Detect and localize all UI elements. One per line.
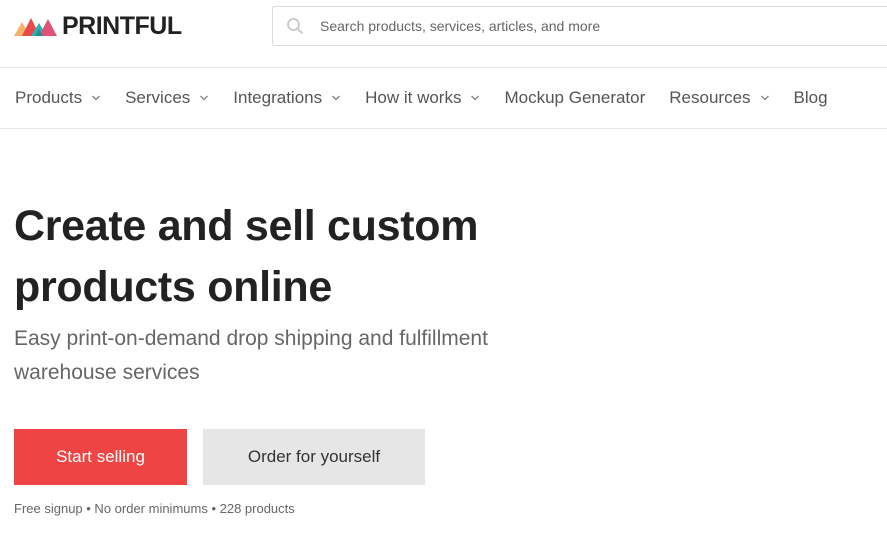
main-nav: Products Services Integrations How it wo…: [15, 68, 852, 128]
nav-item-label: Integrations: [233, 88, 323, 107]
nav-item-resources[interactable]: Resources: [669, 88, 769, 108]
printful-logo-icon: [14, 18, 57, 36]
nav-divider: [0, 128, 887, 129]
search-icon: [287, 18, 303, 34]
start-selling-button[interactable]: Start selling: [14, 429, 187, 485]
chevron-down-icon: [200, 95, 209, 101]
nav-item-services[interactable]: Services: [125, 88, 209, 108]
nav-item-label: Services: [125, 88, 191, 107]
nav-item-label: Blog: [793, 88, 828, 107]
chevron-down-icon: [92, 95, 101, 101]
chevron-down-icon: [332, 95, 341, 101]
nav-item-blog[interactable]: Blog: [794, 88, 828, 108]
nav-item-mockup-generator[interactable]: Mockup Generator: [504, 88, 645, 108]
printful-logo[interactable]: PRINTFUL: [14, 13, 182, 39]
chevron-down-icon: [471, 95, 480, 101]
hero-title: Create and sell custom products online: [14, 202, 479, 311]
nav-item-label: Mockup Generator: [504, 88, 646, 107]
nav-item-label: Resources: [669, 88, 751, 107]
search-input[interactable]: [320, 11, 880, 41]
chevron-down-icon: [760, 95, 769, 101]
nav-item-integrations[interactable]: Integrations: [233, 88, 341, 108]
nav-item-products[interactable]: Products: [15, 88, 101, 108]
hero-footnote: Free signup • No order minimums • 228 pr…: [14, 501, 295, 516]
search-bar[interactable]: [272, 6, 887, 46]
hero-subtitle: Easy print-on-demand drop shipping and f…: [14, 327, 488, 384]
nav-item-how-it-works[interactable]: How it works: [365, 88, 480, 108]
nav-item-label: How it works: [365, 88, 462, 107]
nav-item-label: Products: [15, 88, 83, 107]
brand-name: PRINTFUL: [62, 12, 182, 40]
header: PRINTFUL: [0, 0, 887, 68]
order-for-yourself-button[interactable]: Order for yourself: [203, 429, 425, 485]
